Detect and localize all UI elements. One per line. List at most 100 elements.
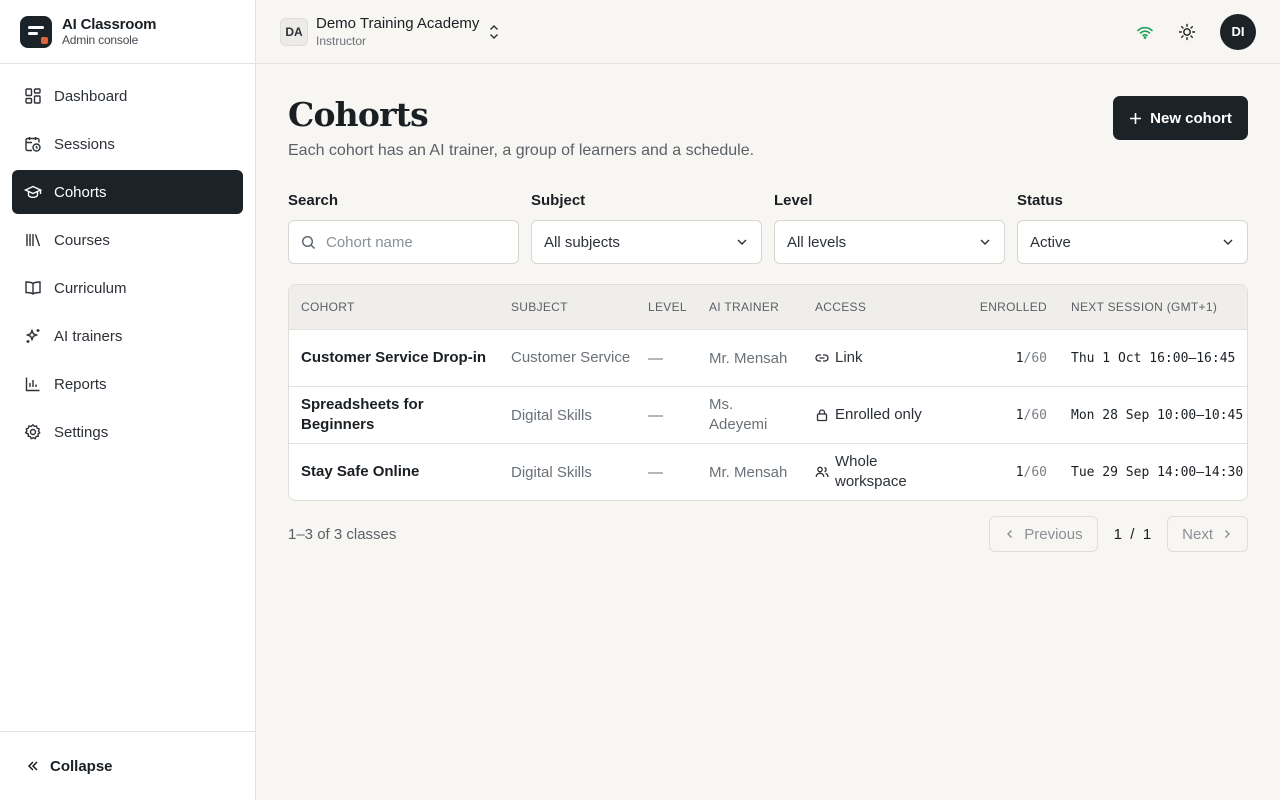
dashboard-icon <box>25 88 41 104</box>
sidebar-item-courses[interactable]: Courses <box>12 218 243 262</box>
collapse-button[interactable]: Collapse <box>0 731 255 800</box>
next-label: Next <box>1182 525 1213 543</box>
collapse-label: Collapse <box>50 757 113 775</box>
sidebar: AI Classroom Admin console Dashboard Ses… <box>0 0 256 800</box>
status-value: Active <box>1030 233 1071 251</box>
user-avatar[interactable]: DI <box>1220 13 1256 50</box>
cohort-trainer: Ms. Adeyemi <box>709 396 768 433</box>
chevron-left-icon <box>1007 530 1013 538</box>
cohort-level: — <box>648 349 663 367</box>
chevrons-left-icon <box>27 761 38 771</box>
book-open-icon <box>25 281 41 295</box>
org-switcher[interactable]: DA Demo Training Academy Instructor <box>280 15 501 49</box>
sidebar-item-label: Dashboard <box>54 87 128 105</box>
sidebar-item-label: Reports <box>54 375 107 393</box>
sidebar-item-ai-trainers[interactable]: AI trainers <box>12 314 243 358</box>
cohort-level: — <box>648 463 663 481</box>
previous-label: Previous <box>1024 525 1083 543</box>
search-input[interactable]: Cohort name <box>288 220 519 264</box>
subject-select[interactable]: All subjects <box>531 220 762 264</box>
cohort-trainer: Mr. Mensah <box>709 349 788 367</box>
table-header: COHORT SUBJECT LEVEL AI TRAINER ACCESS E… <box>289 285 1247 329</box>
cohort-name[interactable]: Spreadsheets for Beginners <box>289 395 511 435</box>
lock-icon <box>816 409 828 422</box>
sidebar-item-cohorts[interactable]: Cohorts <box>12 170 243 214</box>
sidebar-item-reports[interactable]: Reports <box>12 362 243 406</box>
sidebar-item-dashboard[interactable]: Dashboard <box>12 74 243 118</box>
cohort-subject: Digital Skills <box>511 406 592 424</box>
sidebar-item-label: Sessions <box>54 135 115 153</box>
column-header[interactable]: AI TRAINER <box>709 300 815 314</box>
table-row[interactable]: Customer Service Drop-in Customer Servic… <box>289 329 1247 386</box>
cohort-next-session: Thu 1 Oct 16:00–16:45 <box>1071 350 1236 366</box>
cohort-enrolled: 1/60 <box>1015 464 1047 480</box>
sidebar-item-label: Courses <box>54 231 110 249</box>
cohort-access: Enrolled only <box>835 406 922 423</box>
cohort-access: Whole workspace <box>835 453 907 490</box>
table-row[interactable]: Spreadsheets for Beginners Digital Skill… <box>289 386 1247 443</box>
results-count: 1–3 of 3 classes <box>288 525 397 543</box>
sidebar-item-sessions[interactable]: Sessions <box>12 122 243 166</box>
link-icon <box>815 354 829 362</box>
previous-page-button[interactable]: Previous <box>989 516 1098 552</box>
sidebar-item-curriculum[interactable]: Curriculum <box>12 266 243 310</box>
cohort-trainer: Mr. Mensah <box>709 463 788 481</box>
app-subtitle: Admin console <box>62 32 139 47</box>
next-page-button[interactable]: Next <box>1167 516 1248 552</box>
column-header[interactable]: NEXT SESSION (GMT+1) <box>1055 300 1247 314</box>
level-label: Level <box>774 192 813 209</box>
app-title: AI Classroom <box>62 15 157 33</box>
sun-icon[interactable] <box>1178 23 1196 41</box>
column-header[interactable]: LEVEL <box>648 300 709 314</box>
cohort-name[interactable]: Customer Service Drop-in <box>289 348 511 368</box>
level-select[interactable]: All levels <box>774 220 1005 264</box>
graduation-cap-icon <box>24 185 42 199</box>
sidebar-item-label: Curriculum <box>54 279 127 297</box>
users-icon <box>815 466 829 478</box>
column-header[interactable]: COHORT <box>289 300 511 314</box>
chevron-down-icon <box>980 239 990 245</box>
sidebar-item-label: Settings <box>54 423 109 441</box>
cohort-level: — <box>648 406 663 424</box>
table-row[interactable]: Stay Safe Online Digital Skills — Mr. Me… <box>289 443 1247 500</box>
app-logo-icon <box>20 15 52 48</box>
filters: Search Cohort name Subject All subjects … <box>288 192 1248 264</box>
cohort-access: Link <box>835 349 863 366</box>
bar-chart-icon <box>25 377 40 392</box>
brand[interactable]: AI Classroom Admin console <box>0 0 255 64</box>
table-footer: 1–3 of 3 classes Previous 1 / 1 Next <box>288 516 1248 552</box>
cohort-next-session: Tue 29 Sep 14:00–14:30 <box>1071 464 1244 480</box>
sidebar-item-label: Cohorts <box>54 183 107 201</box>
chevron-right-icon <box>1225 530 1230 538</box>
library-icon <box>26 234 41 247</box>
status-select[interactable]: Active <box>1017 220 1248 264</box>
search-icon <box>301 235 315 249</box>
sidebar-item-settings[interactable]: Settings <box>12 410 243 454</box>
cohorts-table: COHORT SUBJECT LEVEL AI TRAINER ACCESS E… <box>288 284 1248 501</box>
pagination: Previous 1 / 1 Next <box>989 516 1248 552</box>
sidebar-item-label: AI trainers <box>54 327 123 345</box>
org-badge: DA <box>280 17 308 46</box>
subject-value: All subjects <box>544 233 620 251</box>
page-title: Cohorts <box>288 95 429 134</box>
new-cohort-button[interactable]: New cohort <box>1113 96 1248 140</box>
column-header[interactable]: SUBJECT <box>511 300 648 314</box>
column-header[interactable]: ACCESS <box>815 300 965 314</box>
wifi-icon[interactable] <box>1136 23 1154 41</box>
plus-icon <box>1130 112 1142 124</box>
chevron-down-icon <box>737 239 747 245</box>
new-cohort-label: New cohort <box>1150 109 1232 127</box>
chevron-down-icon <box>1223 239 1233 245</box>
gear-icon <box>24 423 41 440</box>
subject-label: Subject <box>531 192 586 209</box>
chevrons-up-down-icon <box>490 24 499 39</box>
page-subtitle: Each cohort has an AI trainer, a group o… <box>288 142 755 159</box>
cohort-name[interactable]: Stay Safe Online <box>289 462 511 482</box>
column-header[interactable]: ENROLLED <box>965 300 1055 314</box>
sparkles-icon <box>25 328 40 343</box>
calendar-clock-icon <box>25 137 41 152</box>
top-header: DA Demo Training Academy Instructor DI <box>256 0 1280 64</box>
cohort-enrolled: 1/60 <box>1015 407 1047 423</box>
cohort-subject: Digital Skills <box>511 463 592 481</box>
status-label: Status <box>1017 192 1063 209</box>
